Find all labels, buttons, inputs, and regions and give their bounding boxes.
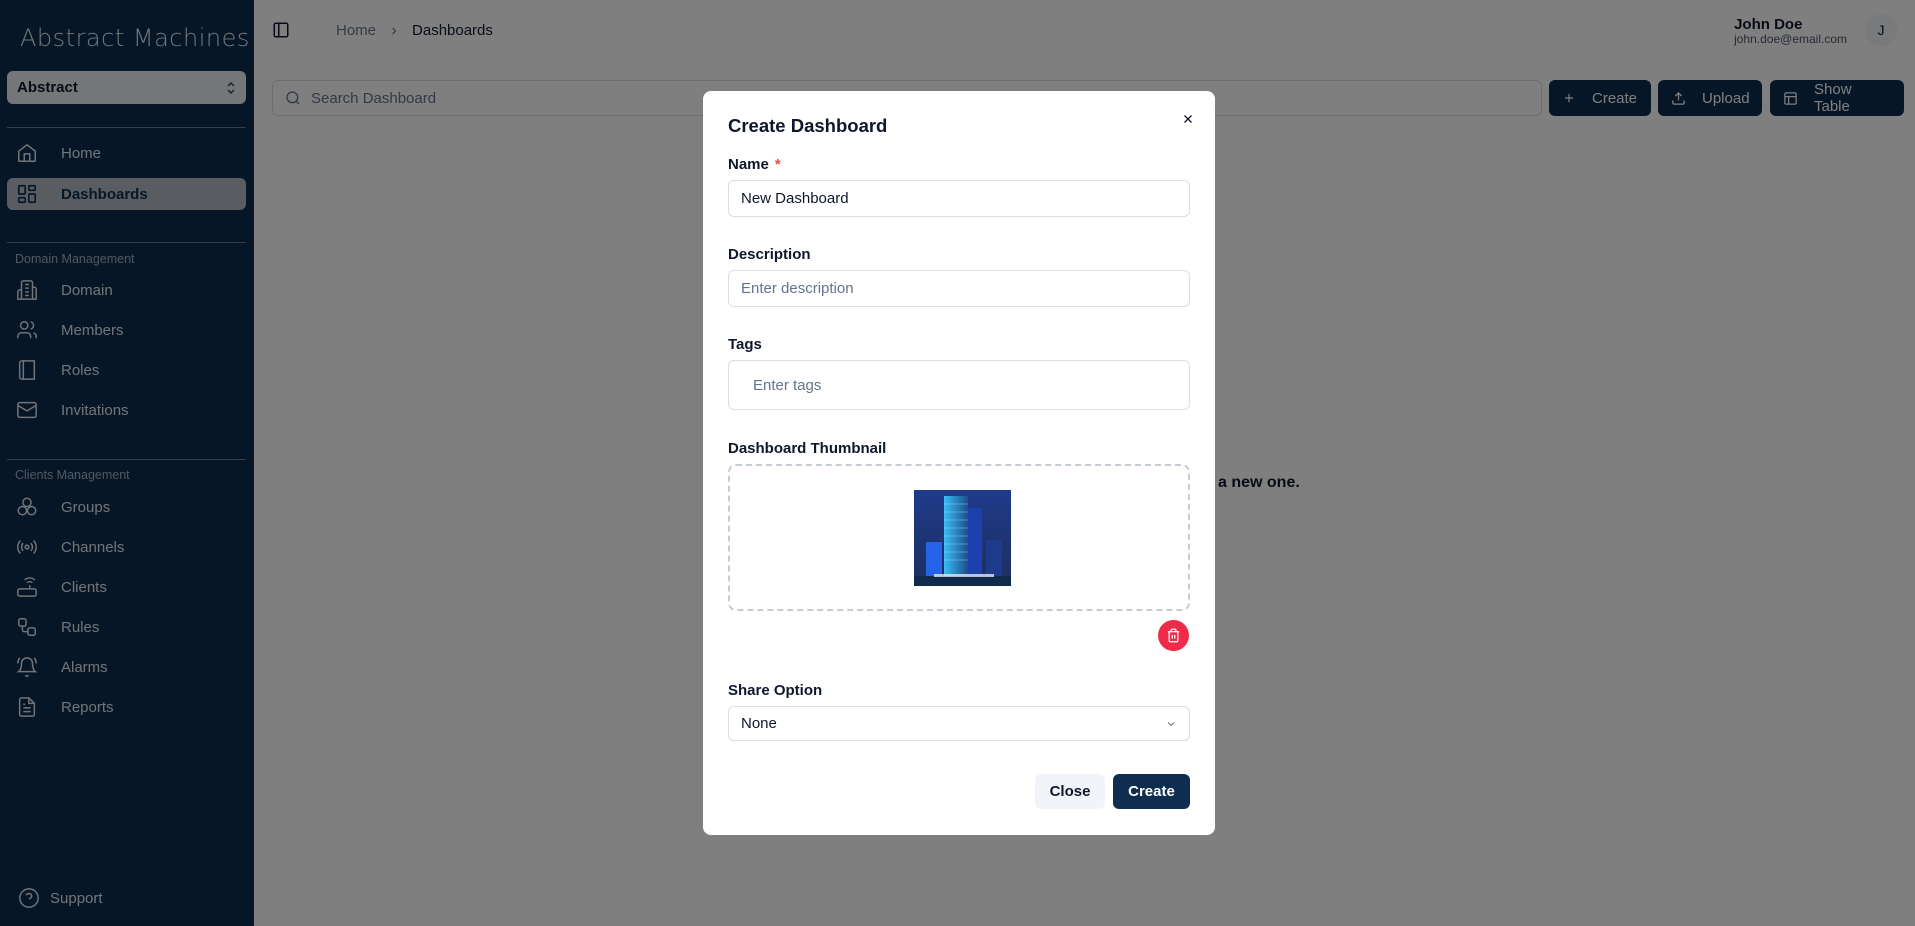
create-submit-button[interactable]: Create xyxy=(1113,774,1190,809)
description-label: Description xyxy=(728,246,811,263)
chevron-down-icon xyxy=(1165,718,1177,730)
close-icon[interactable] xyxy=(1179,110,1197,128)
trash-icon xyxy=(1166,628,1181,643)
thumbnail-image xyxy=(914,490,1011,586)
name-label: Name * xyxy=(728,156,781,173)
description-field[interactable]: Enter description xyxy=(728,270,1190,307)
tags-field[interactable]: Enter tags xyxy=(728,360,1190,410)
delete-thumbnail-button[interactable] xyxy=(1158,620,1189,651)
share-option-label: Share Option xyxy=(728,682,823,699)
name-label-text: Name xyxy=(728,156,769,173)
create-dashboard-dialog: Create Dashboard Name * New Dashboard Des… xyxy=(703,91,1215,835)
share-option-value: None xyxy=(741,715,777,732)
tags-label: Tags xyxy=(728,336,762,353)
share-option-select[interactable]: None xyxy=(728,706,1190,741)
dialog-title: Create Dashboard xyxy=(728,115,888,136)
name-field[interactable]: New Dashboard xyxy=(728,180,1190,217)
thumbnail-dropzone[interactable] xyxy=(728,464,1190,611)
close-button[interactable]: Close xyxy=(1035,774,1105,809)
required-asterisk: * xyxy=(774,156,781,173)
thumbnail-label: Dashboard Thumbnail xyxy=(728,440,887,457)
